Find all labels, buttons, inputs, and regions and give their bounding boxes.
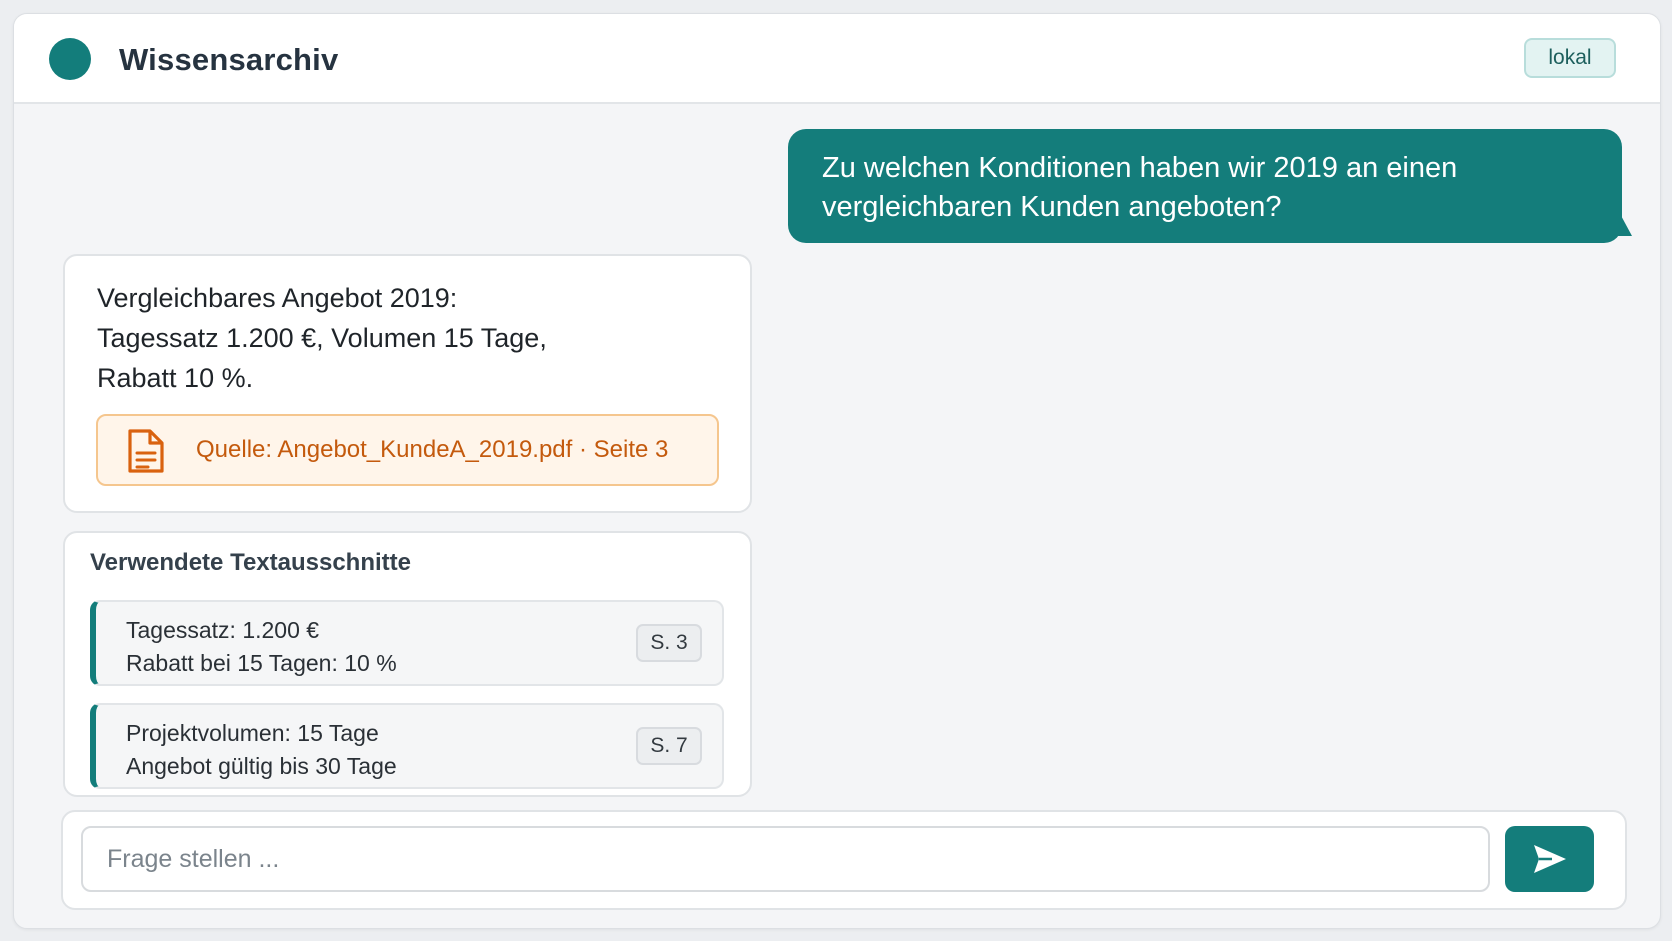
user-message-line: vergleichbaren Kunden angeboten? <box>822 191 1282 223</box>
snippet-item[interactable]: Projektvolumen: 15 Tage Angebot gültig b… <box>90 703 724 789</box>
page-reference-chip[interactable]: S. 3 <box>636 624 702 662</box>
snippet-item[interactable]: Tagessatz: 1.200 € Rabatt bei 15 Tagen: … <box>90 600 724 686</box>
snippet-line: Tagessatz: 1.200 € <box>126 617 320 643</box>
app-window: Wissensarchiv lokal Zu welchen Kondition… <box>13 13 1661 929</box>
document-icon <box>128 429 164 473</box>
answer-line: Vergleichbares Angebot 2019: <box>97 283 458 313</box>
send-icon <box>1534 845 1566 873</box>
header: Wissensarchiv lokal <box>14 14 1660 104</box>
answer-line: Tagessatz 1.200 €, Volumen 15 Tage, <box>97 323 547 353</box>
answer-line: Rabatt 10 %. <box>97 363 254 393</box>
user-message: Zu welchen Konditionen haben wir 2019 an… <box>788 129 1622 243</box>
send-button[interactable] <box>1505 826 1594 892</box>
message-bubble-tail <box>1618 210 1632 236</box>
snippet-text: Tagessatz: 1.200 € Rabatt bei 15 Tagen: … <box>126 614 397 680</box>
snippets-panel: Verwendete Textausschnitte Tagessatz: 1.… <box>63 531 752 797</box>
assistant-answer-text: Vergleichbares Angebot 2019: Tagessatz 1… <box>97 278 547 398</box>
question-input[interactable] <box>81 826 1490 892</box>
app-title: Wissensarchiv <box>119 42 339 77</box>
mode-badge: lokal <box>1524 38 1616 78</box>
snippet-line: Projektvolumen: 15 Tage <box>126 720 379 746</box>
snippet-line: Angebot gültig bis 30 Tage <box>126 753 397 779</box>
circle-logo-icon <box>49 38 91 80</box>
assistant-answer-card: Vergleichbares Angebot 2019: Tagessatz 1… <box>63 254 752 513</box>
page-reference-chip[interactable]: S. 7 <box>636 727 702 765</box>
user-message-line: Zu welchen Konditionen haben wir 2019 an… <box>822 152 1458 184</box>
composer <box>61 810 1627 910</box>
source-link[interactable]: Quelle: Angebot_KundeA_2019.pdf · Seite … <box>96 414 719 486</box>
snippet-text: Projektvolumen: 15 Tage Angebot gültig b… <box>126 717 397 783</box>
snippet-line: Rabatt bei 15 Tagen: 10 % <box>126 650 397 676</box>
snippets-title: Verwendete Textausschnitte <box>90 549 411 576</box>
source-label: Quelle: Angebot_KundeA_2019.pdf · Seite … <box>196 436 669 463</box>
